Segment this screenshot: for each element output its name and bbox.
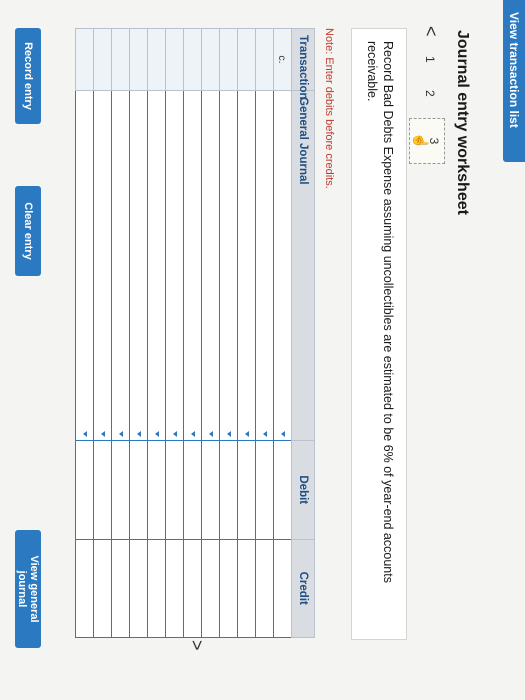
credit-input[interactable] <box>183 539 202 638</box>
next-page-icon[interactable]: > <box>186 640 207 651</box>
page-tab-2[interactable]: 2 <box>423 90 437 97</box>
transaction-cell: c. <box>273 28 292 91</box>
worksheet-frame: View transaction list Journal entry work… <box>0 0 525 700</box>
debit-input[interactable] <box>237 440 256 539</box>
account-select[interactable] <box>147 90 166 441</box>
credit-input[interactable] <box>237 539 256 638</box>
account-select[interactable] <box>255 90 274 441</box>
debit-input[interactable] <box>165 440 184 539</box>
table-row <box>129 28 148 638</box>
transaction-cell <box>219 28 238 91</box>
header-credit: Credit <box>291 539 315 638</box>
account-select[interactable] <box>237 90 256 441</box>
pointer-hand-icon: ☝ <box>413 132 429 150</box>
header-general-journal: General Journal <box>291 90 315 441</box>
table-row <box>255 28 274 638</box>
credit-input[interactable] <box>255 539 274 638</box>
debit-input[interactable] <box>255 440 274 539</box>
table-row <box>165 28 184 638</box>
page-tab-1[interactable]: 1 <box>423 56 437 63</box>
transaction-cell <box>201 28 220 91</box>
transaction-cell <box>183 28 202 91</box>
note-text: Note: Enter debits before credits. <box>323 28 335 189</box>
view-general-journal-button[interactable]: View general journal <box>15 530 41 648</box>
credit-input[interactable] <box>93 539 112 638</box>
debit-input[interactable] <box>183 440 202 539</box>
transaction-cell <box>165 28 184 91</box>
table-row <box>237 28 256 638</box>
header-transaction: Transaction <box>291 28 315 100</box>
transaction-cell <box>255 28 274 91</box>
table-row <box>75 28 94 638</box>
instruction-text: Record Bad Debts Expense assuming uncoll… <box>365 41 395 583</box>
account-select[interactable] <box>111 90 130 441</box>
record-entry-button[interactable]: Record entry <box>15 28 41 124</box>
transaction-cell <box>93 28 112 91</box>
header-debit: Debit <box>291 440 315 539</box>
table-row: c. <box>273 28 292 638</box>
transaction-cell <box>111 28 130 91</box>
credit-input[interactable] <box>165 539 184 638</box>
account-select[interactable] <box>201 90 220 441</box>
transaction-cell <box>237 28 256 91</box>
table-header-row: Transaction General Journal Debit Credit <box>291 28 315 638</box>
table-row <box>201 28 220 638</box>
debit-input[interactable] <box>201 440 220 539</box>
credit-input[interactable] <box>219 539 238 638</box>
transaction-cell <box>75 28 94 91</box>
transaction-cell <box>129 28 148 91</box>
clear-entry-button[interactable]: Clear entry <box>15 186 41 276</box>
credit-input[interactable] <box>75 539 94 638</box>
table-row <box>147 28 166 638</box>
instruction-box: Record Bad Debts Expense assuming uncoll… <box>351 28 407 640</box>
credit-input[interactable] <box>147 539 166 638</box>
account-select[interactable] <box>75 90 94 441</box>
debit-input[interactable] <box>75 440 94 539</box>
page-tab-3-label: 3 <box>427 137 441 145</box>
view-transaction-list-button[interactable]: View transaction list <box>503 0 525 162</box>
debit-input[interactable] <box>219 440 238 539</box>
account-select[interactable] <box>93 90 112 441</box>
debit-input[interactable] <box>93 440 112 539</box>
credit-input[interactable] <box>111 539 130 638</box>
credit-input[interactable] <box>273 539 292 638</box>
credit-input[interactable] <box>129 539 148 638</box>
account-select[interactable] <box>165 90 184 441</box>
journal-table: Transaction General Journal Debit Credit… <box>75 28 315 638</box>
debit-input[interactable] <box>273 440 292 539</box>
debit-input[interactable] <box>129 440 148 539</box>
table-row <box>219 28 238 638</box>
account-select[interactable] <box>273 90 292 441</box>
credit-input[interactable] <box>201 539 220 638</box>
page-title: Journal entry worksheet <box>454 30 471 215</box>
debit-input[interactable] <box>111 440 130 539</box>
table-row <box>111 28 130 638</box>
transaction-cell <box>147 28 166 91</box>
debit-input[interactable] <box>147 440 166 539</box>
account-select[interactable] <box>219 90 238 441</box>
table-row <box>93 28 112 638</box>
account-select[interactable] <box>183 90 202 441</box>
table-row <box>183 28 202 638</box>
account-select[interactable] <box>129 90 148 441</box>
prev-page-icon[interactable]: < <box>420 26 441 37</box>
page-tab-3[interactable]: 3 ☝ <box>409 118 445 164</box>
